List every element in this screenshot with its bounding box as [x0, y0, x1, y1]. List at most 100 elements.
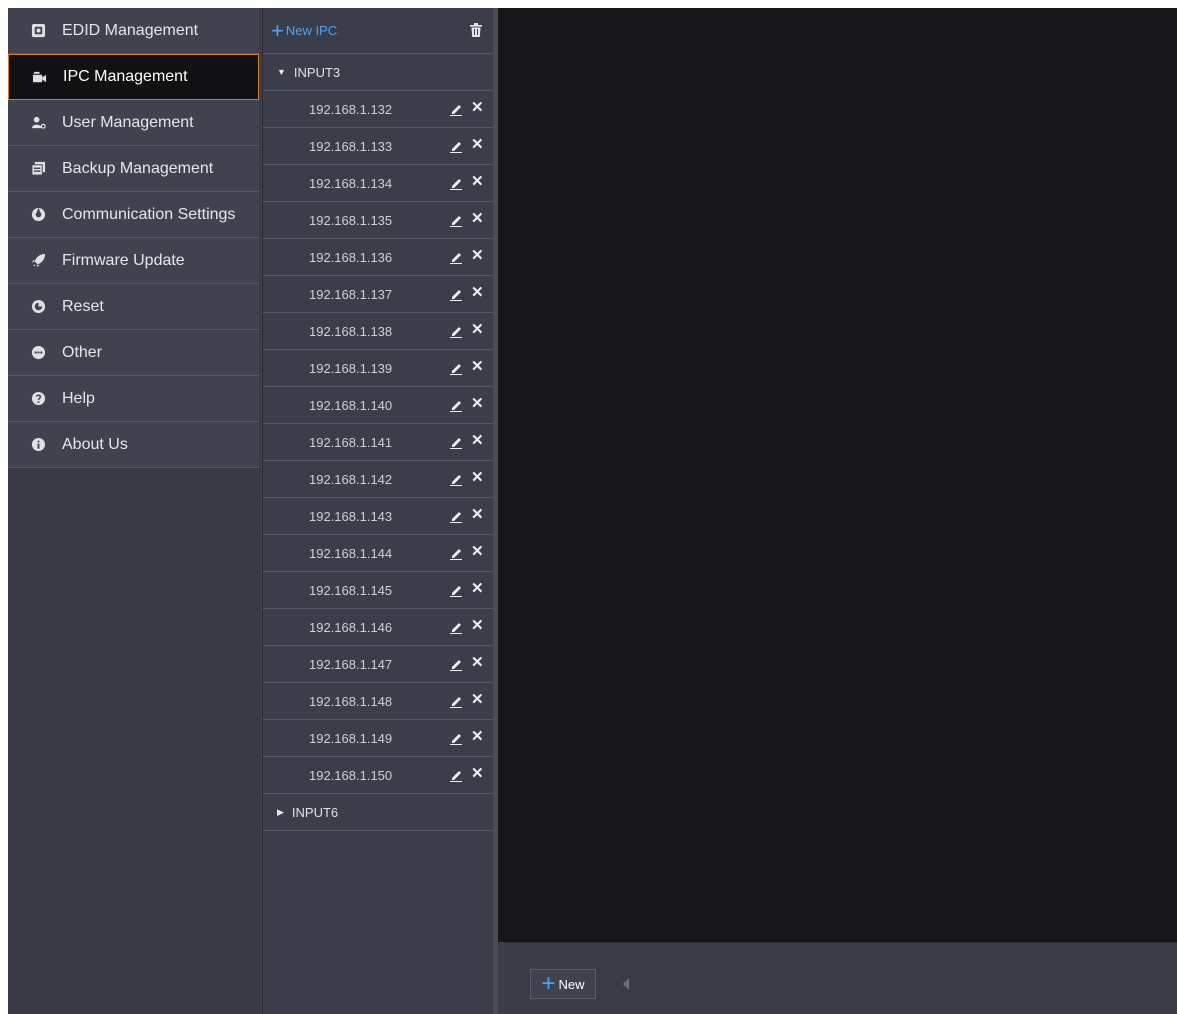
close-icon[interactable]: ✕	[471, 248, 484, 264]
edit-icon[interactable]	[449, 287, 463, 302]
caret-down-icon: ▼	[277, 67, 286, 77]
ip-row[interactable]: 192.168.1.142 ✕	[263, 461, 494, 498]
reset-icon	[30, 299, 46, 315]
close-icon[interactable]: ✕	[471, 544, 484, 560]
close-icon[interactable]: ✕	[471, 396, 484, 412]
close-icon[interactable]: ✕	[471, 100, 484, 116]
help-icon	[30, 391, 46, 407]
sidebar-item-user-management[interactable]: User Management	[8, 100, 259, 146]
plus-icon: +	[271, 17, 284, 43]
ip-address: 192.168.1.150	[309, 767, 393, 783]
edit-icon[interactable]	[449, 213, 463, 228]
group-header-input6[interactable]: ▶ INPUT6	[263, 794, 494, 831]
edit-icon[interactable]	[449, 435, 463, 450]
edit-icon[interactable]	[449, 472, 463, 487]
ip-address: 192.168.1.137	[309, 286, 393, 302]
edit-icon[interactable]	[449, 324, 463, 339]
new-ipc-button[interactable]: + New IPC	[271, 17, 338, 43]
new-ipc-label: New IPC	[285, 23, 338, 38]
sidebar-item-other[interactable]: Other	[8, 330, 259, 376]
edit-icon[interactable]	[449, 768, 463, 783]
ip-address: 192.168.1.139	[309, 360, 393, 376]
sidebar-item-label: Reset	[62, 297, 104, 315]
edit-icon[interactable]	[449, 361, 463, 376]
close-icon[interactable]: ✕	[471, 766, 484, 782]
close-icon[interactable]: ✕	[471, 433, 484, 449]
ip-row[interactable]: 192.168.1.141 ✕	[263, 424, 494, 461]
sidebar-item-label: IPC Management	[63, 68, 188, 85]
edit-icon[interactable]	[449, 620, 463, 635]
group-name: INPUT3	[293, 64, 341, 80]
sidebar-item-label: Help	[62, 389, 95, 407]
sidebar-item-reset[interactable]: Reset	[8, 284, 259, 330]
ip-row[interactable]: 192.168.1.138 ✕	[263, 313, 494, 350]
new-button-label: New	[558, 976, 585, 992]
edit-icon[interactable]	[449, 176, 463, 191]
ip-address: 192.168.1.142	[309, 471, 393, 487]
ip-row[interactable]: 192.168.1.133 ✕	[263, 128, 494, 165]
group-name: INPUT6	[291, 804, 339, 820]
edit-icon[interactable]	[449, 509, 463, 524]
rocket-icon	[30, 253, 46, 269]
sidebar-item-label: Communication Settings	[62, 205, 236, 223]
ipc-panel-header: + New IPC	[263, 8, 494, 54]
ip-address: 192.168.1.149	[309, 730, 393, 746]
close-icon[interactable]: ✕	[471, 285, 484, 301]
sidebar-item-about-us[interactable]: About Us	[8, 422, 259, 468]
sidebar-item-label: About Us	[62, 435, 128, 453]
edit-icon[interactable]	[449, 657, 463, 672]
ip-row[interactable]: 192.168.1.139 ✕	[263, 350, 494, 387]
close-icon[interactable]: ✕	[471, 618, 484, 634]
ip-row[interactable]: 192.168.1.132 ✕	[263, 91, 494, 128]
ip-row[interactable]: 192.168.1.146 ✕	[263, 609, 494, 646]
app-window: EDID Management IPC Management User Mana…	[8, 8, 1177, 1014]
close-icon[interactable]: ✕	[471, 581, 484, 597]
ip-address: 192.168.1.144	[309, 545, 393, 561]
edit-icon[interactable]	[449, 546, 463, 561]
edit-icon[interactable]	[449, 583, 463, 598]
collapse-left-icon[interactable]	[623, 978, 629, 990]
close-icon[interactable]: ✕	[471, 692, 484, 708]
sidebar-item-help[interactable]: Help	[8, 376, 259, 422]
group-header-input3[interactable]: ▼ INPUT3	[263, 54, 494, 91]
sidebar-item-ipc-management[interactable]: IPC Management	[8, 54, 259, 100]
ip-row[interactable]: 192.168.1.145 ✕	[263, 572, 494, 609]
ip-row[interactable]: 192.168.1.134 ✕	[263, 165, 494, 202]
sidebar-item-communication-settings[interactable]: Communication Settings	[8, 192, 259, 238]
sidebar-item-edid-management[interactable]: EDID Management	[8, 8, 259, 54]
sidebar-item-firmware-update[interactable]: Firmware Update	[8, 238, 259, 284]
close-icon[interactable]: ✕	[471, 470, 484, 486]
ip-row[interactable]: 192.168.1.136 ✕	[263, 239, 494, 276]
edit-icon[interactable]	[449, 139, 463, 154]
edit-icon[interactable]	[449, 731, 463, 746]
close-icon[interactable]: ✕	[471, 322, 484, 338]
edit-icon[interactable]	[449, 250, 463, 265]
ip-row[interactable]: 192.168.1.137 ✕	[263, 276, 494, 313]
ip-row[interactable]: 192.168.1.140 ✕	[263, 387, 494, 424]
ip-row[interactable]: 192.168.1.148 ✕	[263, 683, 494, 720]
ip-row[interactable]: 192.168.1.135 ✕	[263, 202, 494, 239]
close-icon[interactable]: ✕	[471, 729, 484, 745]
ip-row[interactable]: 192.168.1.150 ✕	[263, 757, 494, 794]
ip-address: 192.168.1.141	[309, 434, 393, 450]
ip-address: 192.168.1.146	[309, 619, 393, 635]
close-icon[interactable]: ✕	[471, 211, 484, 227]
ip-row[interactable]: 192.168.1.144 ✕	[263, 535, 494, 572]
ip-address: 192.168.1.140	[309, 397, 393, 413]
close-icon[interactable]: ✕	[471, 137, 484, 153]
edit-icon[interactable]	[449, 102, 463, 117]
trash-icon[interactable]	[470, 23, 482, 37]
ip-row[interactable]: 192.168.1.147 ✕	[263, 646, 494, 683]
plus-icon: +	[541, 970, 556, 997]
edit-icon[interactable]	[449, 398, 463, 413]
close-icon[interactable]: ✕	[471, 359, 484, 375]
close-icon[interactable]: ✕	[471, 507, 484, 523]
new-button[interactable]: + New	[530, 969, 596, 999]
close-icon[interactable]: ✕	[471, 174, 484, 190]
sidebar-item-label: User Management	[62, 113, 194, 131]
close-icon[interactable]: ✕	[471, 655, 484, 671]
edit-icon[interactable]	[449, 694, 463, 709]
ip-row[interactable]: 192.168.1.143 ✕	[263, 498, 494, 535]
ip-row[interactable]: 192.168.1.149 ✕	[263, 720, 494, 757]
sidebar-item-backup-management[interactable]: Backup Management	[8, 146, 259, 192]
